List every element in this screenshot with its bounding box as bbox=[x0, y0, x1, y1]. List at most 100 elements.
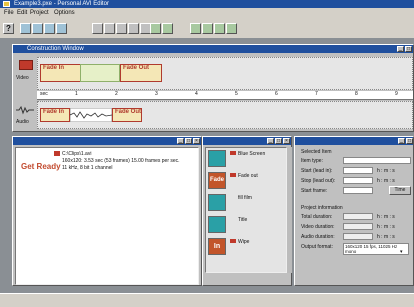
clip-window: _ □ × Get Ready C:\Clips\1.avi 160x120: … bbox=[12, 136, 202, 286]
effects-close-icon[interactable]: × bbox=[283, 138, 290, 144]
menu-edit[interactable]: Edit bbox=[17, 10, 27, 16]
effect-flag-icon bbox=[230, 173, 236, 177]
blank-tool-4-icon[interactable] bbox=[128, 23, 139, 34]
menu-file[interactable]: File bbox=[4, 10, 14, 16]
audio-track[interactable]: Fade In Fade Out bbox=[37, 101, 413, 129]
info-titlebar bbox=[295, 137, 413, 145]
list-item[interactable]: Blue Screen bbox=[206, 148, 288, 170]
video-track-label: Video bbox=[16, 75, 29, 81]
effects-maximize-icon[interactable]: □ bbox=[275, 138, 282, 144]
effect-label: Blue Screen bbox=[238, 151, 266, 157]
effect-label: Wipe bbox=[238, 239, 250, 245]
effect-label: fill film bbox=[238, 195, 252, 201]
construction-maximize-icon[interactable]: □ bbox=[405, 46, 412, 52]
wipe-thumb-text: In bbox=[213, 243, 221, 250]
menu-bar: File Edit Project Options bbox=[0, 8, 414, 18]
grid-4-icon[interactable] bbox=[226, 23, 237, 34]
save-icon[interactable] bbox=[32, 23, 43, 34]
help-label: ? bbox=[6, 24, 11, 33]
open-clip-icon[interactable] bbox=[20, 23, 31, 34]
video-clip-fade-in-label: Fade In bbox=[43, 65, 65, 71]
effect-label: Fade out bbox=[238, 173, 258, 179]
clip-window-maximize-icon[interactable]: □ bbox=[185, 138, 192, 144]
video-track[interactable]: Fade In Fade Out bbox=[37, 57, 413, 90]
blank-tool-2-icon[interactable] bbox=[104, 23, 115, 34]
effects-scrollbar[interactable] bbox=[287, 147, 292, 273]
effects-window: _ □ × Blue Screen Fade Fade out fill fil… bbox=[202, 136, 292, 286]
time-button[interactable]: Time bbox=[389, 186, 411, 195]
list-item[interactable]: Fade Fade out bbox=[206, 170, 288, 192]
timeline-ruler: sec 1 2 3 4 5 6 7 8 9 bbox=[37, 91, 413, 100]
ruler-tick: 1 bbox=[75, 91, 78, 97]
stop-lead-out-field[interactable] bbox=[343, 177, 373, 184]
start-hms: h : m : s bbox=[377, 168, 395, 174]
start-frame-field[interactable] bbox=[343, 187, 373, 194]
audio-duration-field bbox=[343, 233, 373, 240]
audio-waveform bbox=[70, 108, 112, 122]
ruler-tick: 4 bbox=[195, 91, 198, 97]
item-type-field[interactable] bbox=[343, 157, 411, 164]
audio-clip-fade-out-label: Fade Out bbox=[115, 109, 142, 115]
wipe-icon: In bbox=[208, 238, 226, 255]
effect-label: Title bbox=[238, 217, 248, 223]
item-type-label: Item type: bbox=[301, 158, 323, 164]
clip-window-titlebar bbox=[13, 137, 201, 145]
total-duration-field bbox=[343, 213, 373, 220]
output-format-value: 160x120 15 fps, 11025 Hz mono bbox=[345, 244, 398, 254]
record-icon[interactable] bbox=[56, 23, 67, 34]
fill-film-icon bbox=[208, 194, 226, 211]
total-duration-label: Total duration: bbox=[301, 214, 333, 220]
audio-hms: h : m : s bbox=[377, 234, 395, 240]
clip-window-close-icon[interactable]: × bbox=[193, 138, 200, 144]
clip-details-line-2: 11 kHz, 8 bit 1 channel bbox=[62, 165, 113, 171]
audio-clip-fade-in[interactable]: Fade In bbox=[40, 108, 70, 122]
video-hms: h : m : s bbox=[377, 224, 395, 230]
grid-2-icon[interactable] bbox=[202, 23, 213, 34]
time-button-label: Time bbox=[394, 187, 406, 193]
start-frame-label: Start frame: bbox=[301, 188, 328, 194]
stop-lead-out-label: Stop (lead out): bbox=[301, 178, 336, 184]
clip-file-path: C:\Clips\1.avi bbox=[62, 151, 92, 157]
toolbar: ? bbox=[0, 18, 414, 38]
stop-hms: h : m : s bbox=[377, 178, 395, 184]
ruler-tick: 9 bbox=[395, 91, 398, 97]
effects-list: Blue Screen Fade Fade out fill film Titl… bbox=[205, 147, 287, 273]
total-hms: h : m : s bbox=[377, 214, 395, 220]
grid-1-icon[interactable] bbox=[190, 23, 201, 34]
ruler-unit-label: sec bbox=[40, 91, 48, 97]
app-titlebar: Example3.pxe - Personal AVI Editor bbox=[0, 0, 414, 8]
preview-icon[interactable] bbox=[44, 23, 55, 34]
ruler-tick: 7 bbox=[315, 91, 318, 97]
ruler-tick: 3 bbox=[155, 91, 158, 97]
video-clip-fade-out-label: Fade Out bbox=[123, 65, 150, 71]
list-item[interactable]: fill film bbox=[206, 192, 288, 214]
clip-details-line-1: 160x120: 3.53 sec (53 frames) 15.00 fram… bbox=[62, 158, 180, 164]
project-info-heading: Project information bbox=[301, 205, 343, 211]
video-clip-fade-out[interactable]: Fade Out bbox=[120, 64, 162, 82]
info-minimize-icon[interactable]: _ bbox=[398, 138, 405, 144]
list-item[interactable]: Title bbox=[206, 214, 288, 236]
video-duration-field bbox=[343, 223, 373, 230]
clip-view-icon[interactable] bbox=[150, 23, 161, 34]
audio-duration-label: Audio duration: bbox=[301, 234, 335, 240]
clip-window-minimize-icon[interactable]: _ bbox=[177, 138, 184, 144]
chevron-down-icon[interactable]: ▾ bbox=[400, 250, 403, 255]
help-button[interactable]: ? bbox=[3, 23, 14, 34]
list-item[interactable]: In Wipe bbox=[206, 236, 288, 258]
effects-view-icon[interactable] bbox=[162, 23, 173, 34]
grid-3-icon[interactable] bbox=[214, 23, 225, 34]
menu-options[interactable]: Options bbox=[54, 10, 75, 16]
construction-minimize-icon[interactable]: _ bbox=[397, 46, 404, 52]
audio-track-label: Audio bbox=[16, 119, 29, 125]
video-clip-middle[interactable] bbox=[80, 64, 120, 82]
video-clip-fade-in[interactable]: Fade In bbox=[40, 64, 82, 82]
output-format-label: Output format: bbox=[301, 244, 333, 250]
blank-tool-1-icon[interactable] bbox=[92, 23, 103, 34]
info-window: _ □ Selected Item Item type: Start (lead… bbox=[294, 136, 414, 286]
info-maximize-icon[interactable]: □ bbox=[406, 138, 413, 144]
effects-minimize-icon[interactable]: _ bbox=[267, 138, 274, 144]
start-lead-in-field[interactable] bbox=[343, 167, 373, 174]
menu-project[interactable]: Project bbox=[30, 10, 49, 16]
blank-tool-3-icon[interactable] bbox=[116, 23, 127, 34]
audio-clip-fade-out[interactable]: Fade Out bbox=[112, 108, 142, 122]
